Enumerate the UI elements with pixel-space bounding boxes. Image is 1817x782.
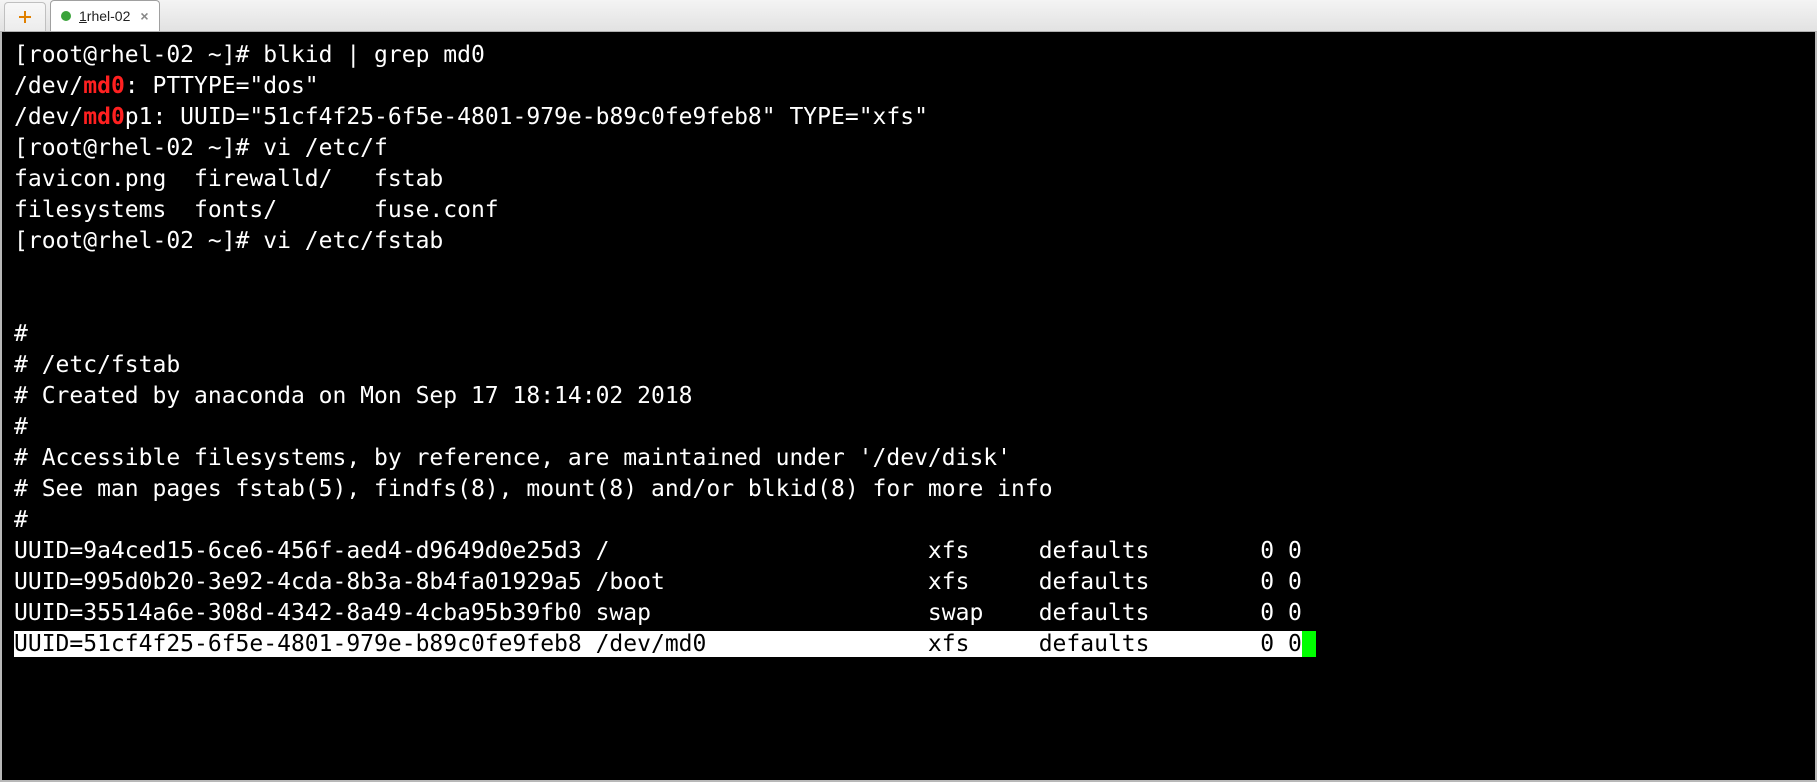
prompt: [root@rhel-02 ~]# xyxy=(14,135,263,161)
tab-completion-line: filesystems fonts/ fuse.conf xyxy=(14,197,499,223)
fstab-entry: UUID=35514a6e-308d-4342-8a49-4cba95b39fb… xyxy=(14,600,1302,626)
fstab-comment: # xyxy=(14,321,28,347)
fstab-comment: # Created by anaconda on Mon Sep 17 18:1… xyxy=(14,383,693,409)
grep-match: md0 xyxy=(83,73,125,99)
output-text: /dev/ xyxy=(14,73,83,99)
fstab-comment: # Accessible filesystems, by reference, … xyxy=(14,445,1011,471)
fstab-entry: UUID=9a4ced15-6ce6-456f-aed4-d9649d0e25d… xyxy=(14,538,1302,564)
fstab-comment: # xyxy=(14,414,28,440)
new-tab-button[interactable] xyxy=(4,2,46,31)
tab-completion-line: favicon.png firewalld/ fstab xyxy=(14,166,443,192)
fstab-comment: # /etc/fstab xyxy=(14,352,180,378)
terminal-area[interactable]: [root@rhel-02 ~]# blkid | grep md0 /dev/… xyxy=(0,32,1817,782)
grep-match: md0 xyxy=(83,104,125,130)
plus-icon xyxy=(17,9,33,25)
tab-number: 1 xyxy=(79,8,87,24)
command-vi-fstab: vi /etc/fstab xyxy=(263,228,443,254)
tab-title: rhel-02 xyxy=(87,8,131,24)
close-tab-button[interactable]: × xyxy=(140,8,148,24)
fstab-entry-editing: UUID=51cf4f25-6f5e-4801-979e-b89c0fe9feb… xyxy=(14,631,1302,657)
output-text: : PTTYPE="dos" xyxy=(125,73,319,99)
prompt: [root@rhel-02 ~]# xyxy=(14,228,263,254)
prompt: [root@rhel-02 ~]# xyxy=(14,42,263,68)
fstab-comment: # xyxy=(14,507,28,533)
command-blkid: blkid | grep md0 xyxy=(263,42,485,68)
output-text: /dev/ xyxy=(14,104,83,130)
cursor xyxy=(1302,631,1316,657)
output-text: p1: UUID="51cf4f25-6f5e-4801-979e-b89c0f… xyxy=(125,104,928,130)
fstab-comment: # See man pages fstab(5), findfs(8), mou… xyxy=(14,476,1053,502)
fstab-entry: UUID=995d0b20-3e92-4cda-8b3a-8b4fa01929a… xyxy=(14,569,1302,595)
tab-rhel-02[interactable]: 1 rhel-02 × xyxy=(50,0,160,31)
command-vi-partial: vi /etc/f xyxy=(263,135,388,161)
tab-bar: 1 rhel-02 × xyxy=(0,0,1817,32)
terminal-window: 1 rhel-02 × [root@rhel-02 ~]# blkid | gr… xyxy=(0,0,1817,782)
status-dot-icon xyxy=(61,11,71,21)
